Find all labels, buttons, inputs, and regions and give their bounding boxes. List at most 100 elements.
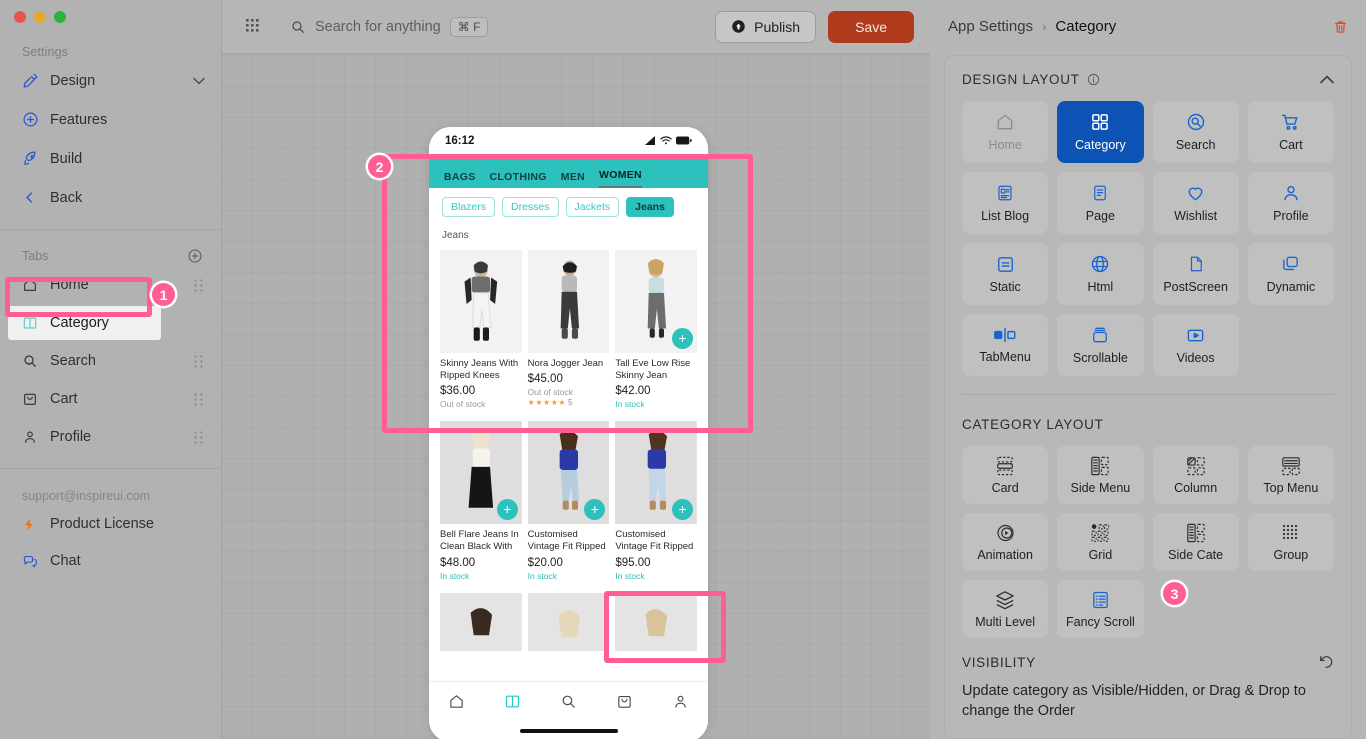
drag-handle-icon[interactable] [194,430,203,444]
drag-handle-icon[interactable] [194,278,203,292]
sidebar-item-features[interactable]: Features [0,102,221,137]
cart-icon [1280,112,1301,132]
design-tile-scrollable[interactable]: Scrollable [1057,314,1144,376]
phone-bottom-nav[interactable] [429,681,708,739]
global-search-input[interactable]: Search for anything ⌘ F [290,16,489,37]
sidebar-tab-cart[interactable]: Cart [0,382,221,416]
sidebar-tab-search[interactable]: Search [0,344,221,378]
category-tile-group[interactable]: Group [1247,513,1334,571]
design-tile-list-blog[interactable]: List Blog [962,172,1049,234]
category-tile-top-menu[interactable]: Top Menu [1247,446,1334,504]
phone-nav-category-icon[interactable] [504,693,521,710]
phone-tab-men[interactable]: MEN [561,171,585,188]
chip-dresses[interactable]: Dresses [502,197,559,217]
design-tile-label: Scrollable [1072,351,1128,366]
product-image: + [527,421,610,525]
save-button[interactable]: Save [828,10,914,43]
sidebar-item-design[interactable]: Design [0,63,221,98]
phone-nav-search-icon[interactable] [560,693,577,710]
add-tab-button[interactable] [187,248,203,264]
category-tile-side-menu[interactable]: Side Menu [1057,446,1144,504]
sidebar-link-product-license[interactable]: Product License [0,508,221,540]
design-tile-profile[interactable]: Profile [1247,172,1334,234]
design-tile-category[interactable]: Category [1057,101,1144,163]
phone-nav-home-icon[interactable] [448,693,465,710]
phone-nav-bag-icon[interactable] [616,693,633,710]
trash-icon[interactable] [1333,19,1348,35]
phone-status-icons [645,136,692,145]
design-layout-header: DESIGN LAYOUT [945,56,1351,87]
product-price: $48.00 [440,556,476,569]
design-canvas[interactable]: 16:12 BAGS CLOTHING MEN WOMEN Blazers Dr… [222,53,930,739]
category-tile-side-cate[interactable]: Side Cate [1152,513,1239,571]
window-minimize-button[interactable] [34,11,46,23]
design-tile-videos[interactable]: Videos [1152,314,1239,376]
drag-handle-icon[interactable] [194,392,203,406]
chevron-down-icon[interactable] [193,77,205,85]
phone-tab-clothing[interactable]: CLOTHING [490,171,547,188]
category-tile-grid[interactable]: Grid [1057,513,1144,571]
sidebar-item-back[interactable]: Back [0,180,221,215]
product-card[interactable] [615,592,698,651]
product-card[interactable]: + Customised Vintage Fit Ripped $20.00 I… [527,421,610,581]
upload-circle-icon [731,19,746,34]
product-card[interactable]: + Bell Flare Jeans In Clean Black With $… [440,421,522,581]
phone-tab-bags[interactable]: BAGS [444,171,476,188]
product-card[interactable]: + Customised Vintage Fit Ripped $95.00 I… [615,421,698,581]
add-to-cart-button[interactable]: + [672,328,694,349]
phone-subcategory-chips[interactable]: Blazers Dresses Jackets Jeans [429,188,708,225]
sidebar-tab-category[interactable]: Category [8,306,161,340]
tabmenu-icon [994,326,1016,344]
sidebar-link-chat[interactable]: Chat [0,545,221,577]
design-tile-wishlist[interactable]: Wishlist [1152,172,1239,234]
sidebar-item-build[interactable]: Build [0,141,221,176]
product-card[interactable]: + Tall Eve Low Rise Skinny Jean $42.00 I… [615,250,698,409]
phone-nav-profile-icon[interactable] [672,693,689,710]
design-tile-html[interactable]: Html [1057,243,1144,305]
add-to-cart-button[interactable]: + [496,499,518,521]
phone-tab-women[interactable]: WOMEN [599,169,642,188]
chip-jackets[interactable]: Jackets [565,197,620,217]
product-name: Tall Eve Low Rise Skinny Jean [615,358,691,382]
chip-blazers[interactable]: Blazers [442,197,496,217]
design-tile-home[interactable]: Home [962,101,1049,163]
undo-icon[interactable] [1318,654,1334,670]
product-card[interactable]: Skinny Jeans With Ripped Knees $36.00 Ou… [440,250,522,409]
design-tile-postscreen[interactable]: PostScreen [1152,243,1239,305]
category-tile-animation[interactable]: Animation [962,513,1049,571]
category-tile-multi-level[interactable]: Multi Level [962,580,1049,638]
drag-handle-icon[interactable] [194,354,203,368]
design-tile-label: Wishlist [1174,209,1218,224]
phone-status-bar: 16:12 [429,127,708,154]
product-card[interactable] [440,592,522,651]
sidebar-tab-profile[interactable]: Profile [0,420,221,454]
sidebar-divider-2 [0,468,221,469]
sidebar-tab-home[interactable]: Home [0,268,221,302]
grid-apps-icon[interactable] [246,18,262,35]
category-tile-fancy-scroll[interactable]: Fancy Scroll [1057,580,1144,638]
design-tile-dynamic[interactable]: Dynamic [1247,243,1334,305]
chevron-up-icon[interactable] [1320,75,1334,84]
window-maximize-button[interactable] [54,11,66,23]
design-tile-static[interactable]: Static [962,243,1049,305]
design-tile-label: Profile [1273,209,1309,224]
phone-top-tabs[interactable]: BAGS CLOTHING MEN WOMEN [429,154,708,188]
product-card[interactable]: Nora Jogger Jean $45.00 Out of stock ★★★… [527,250,610,409]
design-tile-cart[interactable]: Cart [1247,101,1334,163]
publish-button[interactable]: Publish [715,10,817,43]
breadcrumb-parent[interactable]: App Settings [948,18,1033,35]
chip-jeans[interactable]: Jeans [626,197,674,217]
sidebar-tab-label: Search [50,353,96,369]
category-tile-column[interactable]: Column [1152,446,1239,504]
category-tile-label: Group [1273,547,1309,562]
design-tile-search[interactable]: Search [1152,101,1239,163]
category-tile-card[interactable]: Card [962,446,1049,504]
category-tile-label: Animation [977,547,1033,562]
publish-button-label: Publish [754,18,801,35]
design-tile-page[interactable]: Page [1057,172,1144,234]
info-icon[interactable] [1087,73,1100,86]
product-card[interactable] [527,592,610,651]
sidebar-tab-label: Category [50,315,109,331]
design-tile-tabmenu[interactable]: TabMenu [962,314,1049,376]
window-close-button[interactable] [14,11,26,23]
